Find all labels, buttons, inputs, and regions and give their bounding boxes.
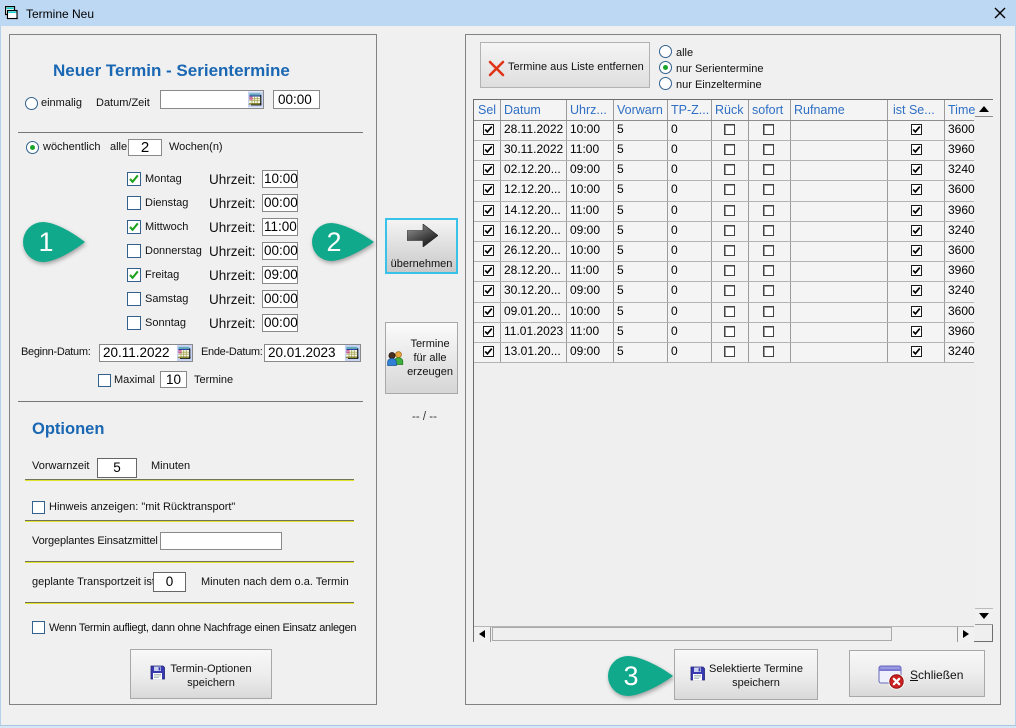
svg-text:3: 3 <box>623 661 638 691</box>
svg-text:1: 1 <box>38 227 53 257</box>
svg-text:2: 2 <box>326 227 341 257</box>
